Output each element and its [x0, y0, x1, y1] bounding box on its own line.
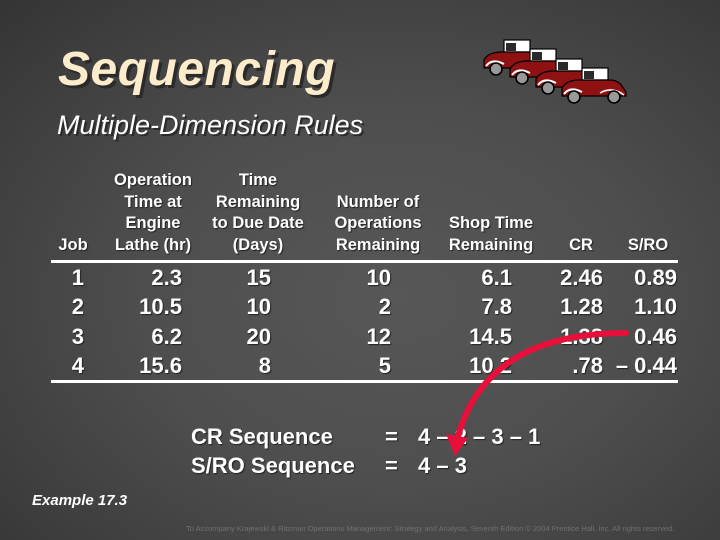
slide-subtitle: Multiple-Dimension Rules: [57, 110, 364, 140]
table-cell-cr: 1.28: [560, 294, 603, 320]
header-sro: S/RO: [627, 235, 669, 254]
header-time-remaining: Time Remaining to Due Date (Days): [212, 171, 304, 254]
table-cell-time-remaining: 8: [258, 352, 271, 378]
table-cell-time-remaining: 15: [246, 265, 271, 290]
table-cell-ops-remaining: 2: [378, 294, 391, 320]
table-cell-cr: .78: [572, 352, 603, 378]
cr-sequence-value: 4 – 2 – 3 – 1: [418, 424, 541, 449]
table-cell-sro: 1.10: [634, 294, 677, 320]
table-cell-job: 3: [71, 323, 84, 349]
header-operation-time: Operation Time at Engine Lathe (hr): [114, 171, 192, 254]
slide-title: Sequencing: [58, 43, 336, 96]
table-cell-job: 4: [71, 352, 84, 378]
table-cell-op-time: 6.2: [151, 323, 182, 349]
table-cell-op-time: 15.6: [139, 352, 182, 378]
table-cell-job: 1: [71, 265, 84, 290]
table-cell-ops-remaining: 5: [378, 352, 391, 378]
table-cell-cr: 1.38: [560, 323, 603, 349]
table-cell-sro: – 0.44: [615, 352, 677, 378]
sro-sequence-value: 4 – 3: [418, 453, 467, 478]
copyright-footer: To Accompany Krajewski & Ritzman Operati…: [186, 524, 675, 533]
table-cell-shop-time: 6.1: [481, 265, 512, 290]
table-cell-op-time: 2.3: [151, 265, 182, 290]
table-cell-ops-remaining: 10: [366, 265, 391, 290]
table-cell-shop-time: 7.8: [481, 294, 512, 320]
table-cell-sro: 0.46: [634, 323, 677, 349]
table-cell-ops-remaining: 12: [366, 323, 391, 349]
table-cell-time-remaining: 10: [246, 294, 271, 320]
header-operations-remaining: Number of Operations Remaining: [334, 192, 422, 254]
header-job: Job: [58, 235, 88, 254]
header-cr: CR: [569, 235, 593, 254]
table-cell-cr: 2.46: [560, 265, 603, 290]
header-shop-time-remaining: Shop Time Remaining: [448, 214, 534, 254]
table-cell-job: 2: [71, 294, 84, 320]
table-cell-time-remaining: 20: [246, 323, 271, 349]
sro-sequence-equals: =: [385, 453, 398, 478]
vintage-cars-icon: [483, 39, 627, 104]
cr-sequence-equals: =: [385, 424, 398, 449]
table-cell-shop-time: 10.2: [469, 352, 512, 378]
sro-sequence-label: S/RO Sequence: [191, 453, 355, 478]
table-cell-sro: 0.89: [634, 265, 677, 290]
cr-sequence-label: CR Sequence: [191, 424, 333, 449]
table-bottom-divider: [51, 380, 678, 383]
table-cell-shop-time: 14.5: [469, 323, 512, 349]
example-label: Example 17.3: [32, 492, 128, 509]
table-cell-op-time: 10.5: [139, 294, 182, 320]
